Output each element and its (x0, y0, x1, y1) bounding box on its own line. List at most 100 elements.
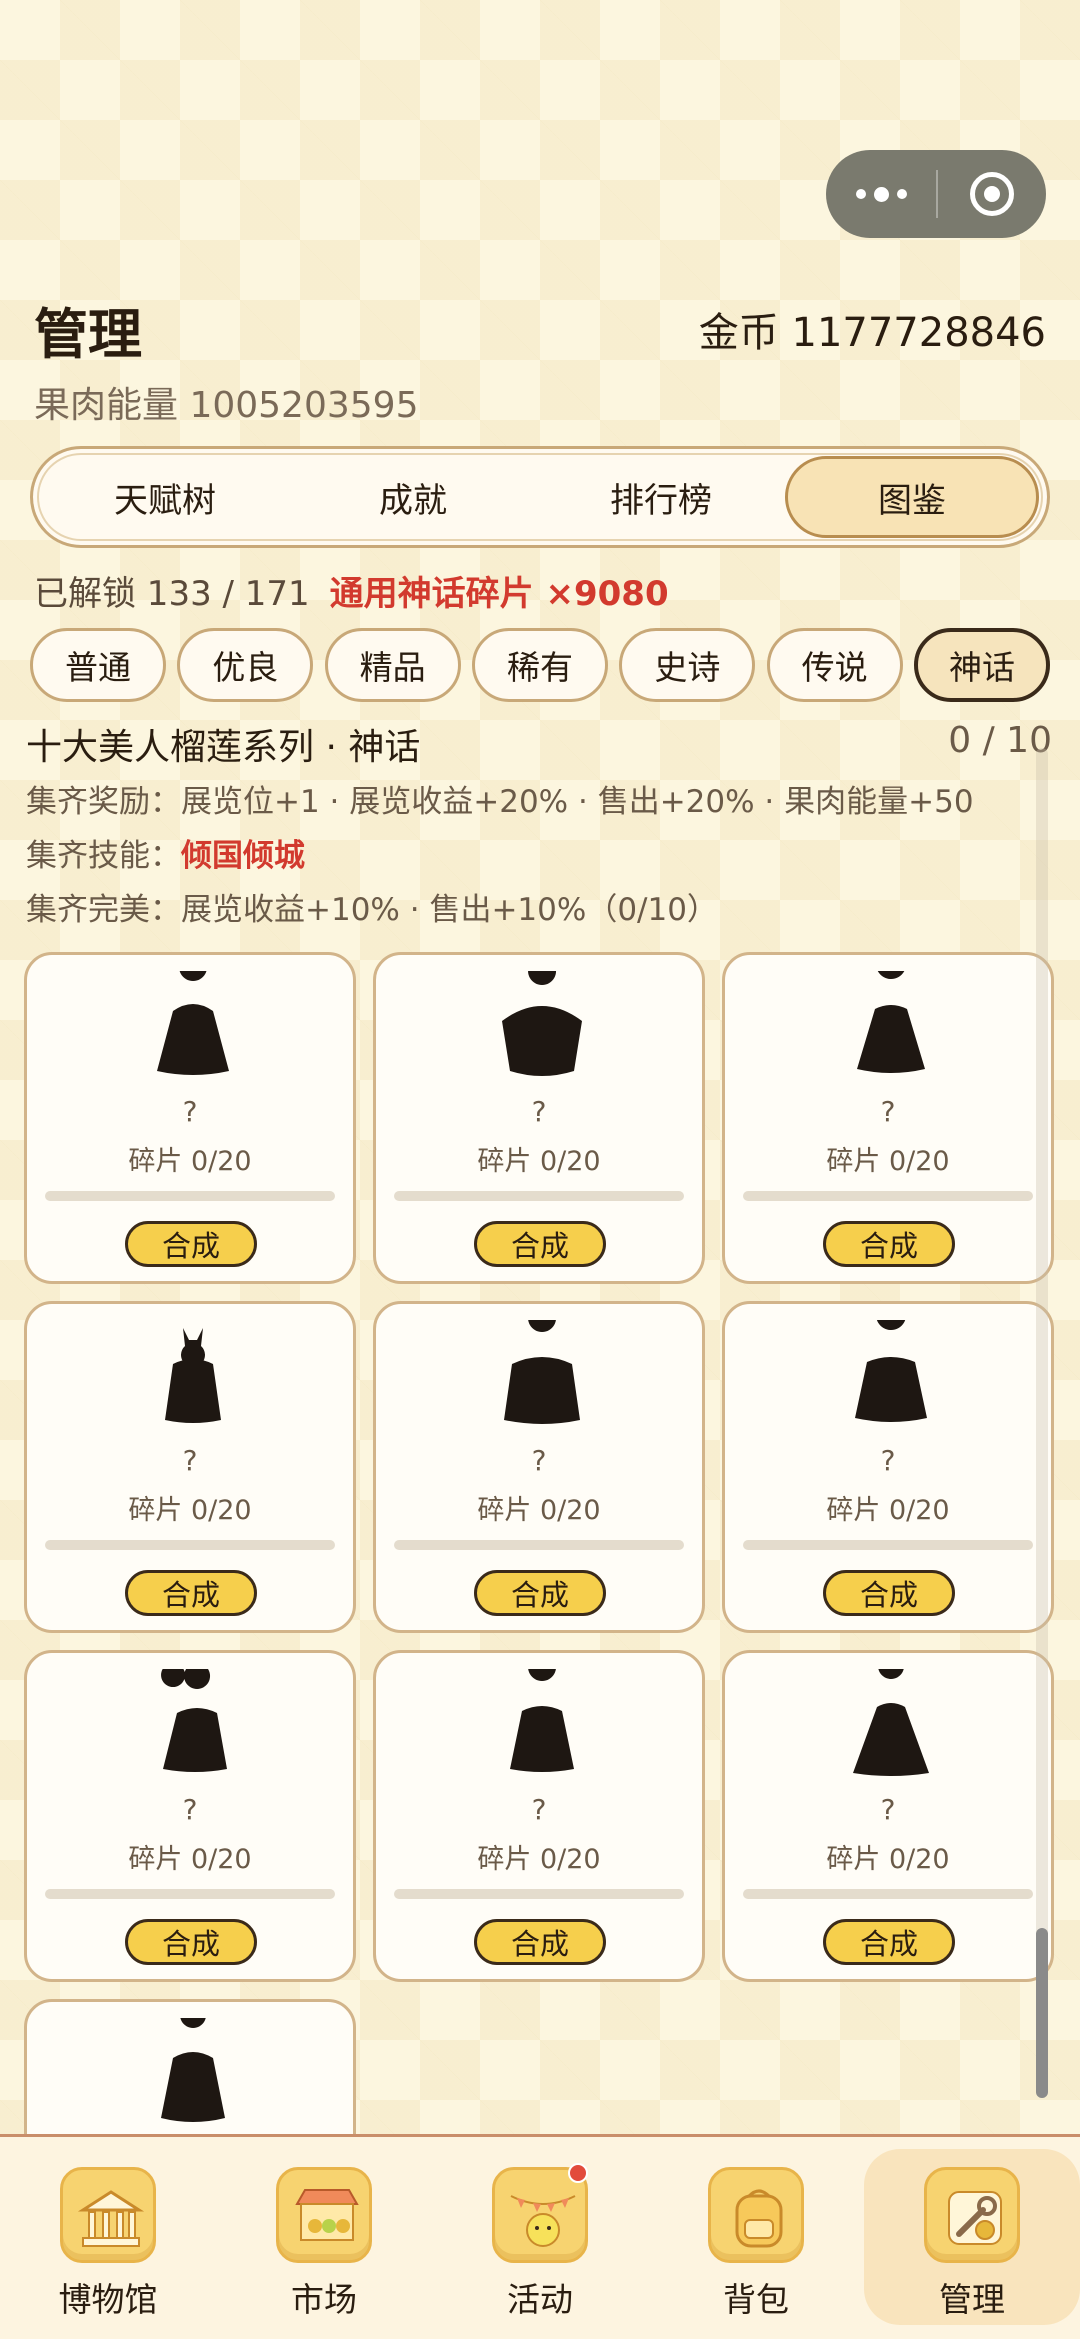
card-name: ? (531, 1095, 547, 1128)
main-tabs: 天赋树 成就 排行榜 图鉴 (30, 446, 1050, 548)
card-name: ? (531, 1444, 547, 1477)
nav-backpack-label: 背包 (723, 2280, 789, 2319)
scrollbar[interactable] (1036, 748, 1048, 2098)
synthesize-button[interactable]: 合成 (125, 1919, 257, 1965)
card-name: ? (531, 1793, 547, 1826)
nav-event-label: 活动 (507, 2280, 573, 2319)
card-fragments: 碎片 0/20 (128, 1844, 252, 1875)
synthesize-button[interactable]: 合成 (474, 1221, 606, 1267)
collection-card[interactable]: ? 碎片 0/20 合成 (373, 1301, 705, 1633)
gold-balance: 金币 1177728846 (698, 310, 1046, 356)
rarity-common[interactable]: 普通 (30, 628, 166, 702)
card-fragments: 碎片 0/20 (477, 1146, 601, 1177)
more-options-icon[interactable] (826, 150, 936, 238)
tab-leaderboard[interactable]: 排行榜 (537, 456, 785, 538)
character-silhouette-icon (157, 971, 229, 1075)
fragment-progress-bar (45, 1540, 335, 1550)
rarity-rare[interactable]: 稀有 (471, 628, 608, 702)
synthesize-button[interactable]: 合成 (823, 1221, 955, 1267)
collection-card[interactable]: ? 碎片 0/20 合成 (24, 1301, 356, 1633)
rarity-epic[interactable]: 史诗 (619, 628, 756, 702)
card-fragments: 碎片 0/20 (826, 1844, 950, 1875)
collection-card[interactable]: ? 碎片 0/20 合成 (24, 952, 356, 1284)
skill-value: 倾国倾城 (181, 838, 305, 874)
synthesize-button[interactable]: 合成 (474, 1570, 606, 1616)
rarity-mythic[interactable]: 神话 (913, 628, 1050, 702)
series-reward: 集齐奖励：展览位+1 · 展览收益+20% · 售出+20% · 果肉能量+50 (26, 776, 974, 821)
nav-manage[interactable]: 管理 (864, 2149, 1080, 2325)
collection-card[interactable]: ? 碎片 0/20 合成 (24, 1650, 356, 1982)
page-title: 管理 (34, 303, 142, 366)
mythic-fragments: 通用神话碎片 ×9080 (329, 574, 669, 614)
miniprogram-capsule (826, 150, 1046, 238)
collection-card[interactable]: ? 碎片 0/20 合成 (722, 1301, 1054, 1633)
character-silhouette-icon (165, 1328, 221, 1423)
synthesize-button[interactable]: 合成 (474, 1919, 606, 1965)
card-name: ? (880, 1095, 896, 1128)
character-silhouette-icon (502, 971, 582, 1076)
backpack-icon (708, 2167, 804, 2263)
card-fragments: 碎片 0/20 (128, 1495, 252, 1526)
nav-market[interactable]: 市场 (216, 2137, 432, 2337)
fragment-progress-bar (394, 1191, 684, 1201)
collection-card[interactable]: ? 碎片 0/20 合成 (722, 1650, 1054, 1982)
nav-manage-label: 管理 (939, 2280, 1005, 2319)
fragment-progress-bar (45, 1191, 335, 1201)
card-fragments: 碎片 0/20 (826, 1146, 950, 1177)
fragment-progress-bar (394, 1540, 684, 1550)
collection-card[interactable]: ? 碎片 0/20 合成 (373, 1650, 705, 1982)
nav-event[interactable]: 活动 (432, 2137, 648, 2337)
tab-collection[interactable]: 图鉴 (785, 456, 1039, 538)
collection-card[interactable]: ? 碎片 0/20 合成 (373, 952, 705, 1284)
card-name: ? (182, 1095, 198, 1128)
event-badge (568, 2163, 588, 2183)
synthesize-button[interactable]: 合成 (125, 1570, 257, 1616)
unlock-info: 已解锁 133 / 171 通用神话碎片 ×9080 (34, 566, 669, 615)
card-fragments: 碎片 0/20 (128, 1146, 252, 1177)
card-name: ? (880, 1444, 896, 1477)
card-name: ? (182, 1444, 198, 1477)
tools-icon (924, 2167, 1020, 2263)
character-silhouette-icon (853, 1669, 929, 1776)
character-silhouette-icon (510, 1669, 574, 1772)
rarity-fine[interactable]: 精品 (324, 628, 461, 702)
card-fragments: 碎片 0/20 (477, 1844, 601, 1875)
synthesize-button[interactable]: 合成 (823, 1570, 955, 1616)
skill-label: 集齐技能： (26, 838, 181, 874)
tab-achievements[interactable]: 成就 (289, 456, 537, 538)
character-silhouette-icon (161, 1669, 227, 1772)
character-silhouette-icon (504, 1320, 580, 1424)
synthesize-button[interactable]: 合成 (823, 1919, 955, 1965)
rarity-legendary[interactable]: 传说 (766, 628, 903, 702)
tab-talent-tree[interactable]: 天赋树 (41, 456, 289, 538)
market-stall-icon (276, 2167, 372, 2263)
card-name: ? (182, 1793, 198, 1826)
series-perfect: 集齐完美：展览收益+10% · 售出+10%（0/10） (26, 884, 718, 929)
fragment-progress-bar (743, 1191, 1033, 1201)
series-skill: 集齐技能：倾国倾城 (26, 830, 305, 875)
unlock-count: 已解锁 133 / 171 (34, 574, 310, 614)
nav-backpack[interactable]: 背包 (648, 2137, 864, 2337)
rarity-good[interactable]: 优良 (177, 628, 314, 702)
museum-icon (60, 2167, 156, 2263)
series-title: 十大美人榴莲系列 · 神话 (26, 727, 421, 768)
fragment-progress-bar (743, 1540, 1033, 1550)
character-silhouette-icon (857, 971, 925, 1073)
character-silhouette-icon (855, 1320, 927, 1422)
card-name: ? (880, 1793, 896, 1826)
collection-card[interactable]: ? 碎片 0/20 合成 (722, 952, 1054, 1284)
bottom-nav: 博物馆 市场 活动 背包 管理 (0, 2134, 1080, 2339)
perfect-label: 集齐完美： (26, 892, 181, 928)
rarity-filter: 普通 优良 精品 稀有 史诗 传说 神话 (30, 628, 1050, 702)
nav-museum[interactable]: 博物馆 (0, 2137, 216, 2337)
synthesize-button[interactable]: 合成 (125, 1221, 257, 1267)
perfect-value: 展览收益+10% · 售出+10%（0/10） (181, 892, 718, 928)
pulp-energy: 果肉能量 1005203595 (34, 385, 419, 426)
card-fragments: 碎片 0/20 (826, 1495, 950, 1526)
scrollbar-thumb[interactable] (1036, 1928, 1048, 2098)
close-miniprogram-icon[interactable] (938, 150, 1046, 238)
card-fragments: 碎片 0/20 (477, 1495, 601, 1526)
fragment-progress-bar (394, 1889, 684, 1899)
character-silhouette-icon (161, 2018, 225, 2122)
fragment-progress-bar (743, 1889, 1033, 1899)
